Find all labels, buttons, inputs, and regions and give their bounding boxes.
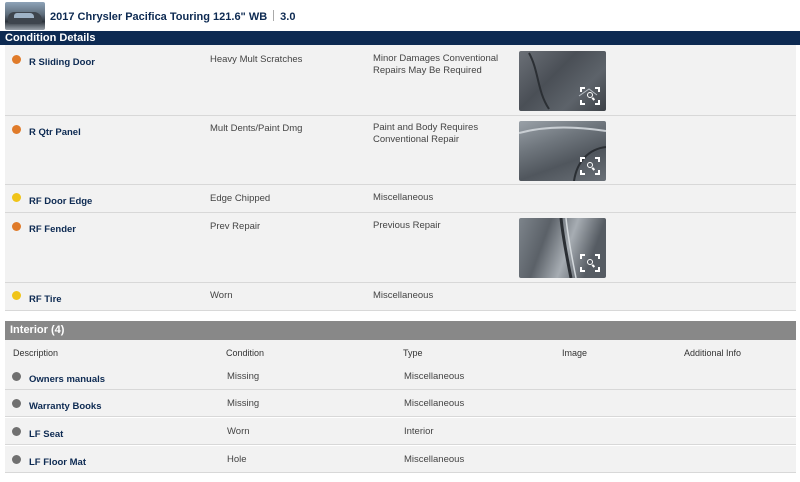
damage-description[interactable]: R Qtr Panel <box>29 127 81 138</box>
vehicle-name: 2017 Chrysler Pacifica Touring 121.6" WB <box>50 11 268 23</box>
damage-photo[interactable] <box>519 218 606 278</box>
zoom-icon[interactable] <box>580 254 600 272</box>
interior-column-headers: Description Condition Type Image Additio… <box>5 340 796 363</box>
column-header-type: Type <box>403 348 423 358</box>
item-description[interactable]: LF Floor Mat <box>29 457 86 468</box>
severity-dot-yellow <box>12 291 21 300</box>
condition-row: RF Fender Prev Repair Previous Repair <box>5 213 796 283</box>
condition-row: RF Tire Worn Miscellaneous <box>5 283 796 311</box>
item-condition: Missing <box>227 371 260 382</box>
damage-type: Miscellaneous <box>373 290 434 301</box>
item-description[interactable]: Owners manuals <box>29 374 105 385</box>
item-type: Interior <box>404 426 434 437</box>
condition-row: R Qtr Panel Mult Dents/Paint Dmg Paint a… <box>5 116 796 185</box>
severity-dot-gray <box>12 455 21 464</box>
damage-description[interactable]: R Sliding Door <box>29 57 95 68</box>
column-header-condition: Condition <box>226 348 265 358</box>
damage-photo[interactable] <box>519 121 606 181</box>
item-description[interactable]: LF Seat <box>29 429 63 440</box>
vehicle-title: 2017 Chrysler Pacifica Touring 121.6" WB… <box>50 10 295 23</box>
interior-row: Owners manuals Missing Miscellaneous <box>5 363 796 390</box>
interior-row: LF Floor Mat Hole Miscellaneous <box>5 446 796 473</box>
severity-dot-gray <box>12 427 21 436</box>
damage-type: Paint and Body Requires Conventional Rep… <box>373 122 479 145</box>
damage-description[interactable]: RF Door Edge <box>29 196 92 207</box>
severity-dot-gray <box>12 372 21 381</box>
damage-type: Previous Repair <box>373 220 441 231</box>
damage-condition: Mult Dents/Paint Dmg <box>210 123 303 134</box>
item-condition: Worn <box>227 426 250 437</box>
condition-row: RF Door Edge Edge Chipped Miscellaneous <box>5 185 796 213</box>
damage-condition: Worn <box>210 290 233 301</box>
item-description[interactable]: Warranty Books <box>29 401 102 412</box>
interior-row: LF Seat Worn Interior <box>5 418 796 445</box>
damage-condition: Prev Repair <box>210 221 261 232</box>
severity-dot-gray <box>12 399 21 408</box>
item-type: Miscellaneous <box>404 454 465 465</box>
damage-photo[interactable] <box>519 51 606 111</box>
damage-type: Minor Damages Conventional Repairs May B… <box>373 53 499 76</box>
item-condition: Hole <box>227 454 247 465</box>
item-type: Miscellaneous <box>404 371 465 382</box>
item-type: Miscellaneous <box>404 398 465 409</box>
damage-description[interactable]: RF Tire <box>29 294 62 305</box>
damage-condition: Heavy Mult Scratches <box>210 54 303 65</box>
column-header-additional-info: Additional Info <box>684 348 742 358</box>
interior-section-header[interactable]: Interior (4) <box>5 321 796 340</box>
damage-condition: Edge Chipped <box>210 193 271 204</box>
vehicle-grade: 3.0 <box>280 11 296 23</box>
severity-dot-orange <box>12 125 21 134</box>
interior-row: Warranty Books Missing Miscellaneous <box>5 390 796 417</box>
damage-description[interactable]: RF Fender <box>29 224 76 235</box>
vehicle-thumbnail[interactable] <box>5 2 45 30</box>
severity-dot-orange <box>12 222 21 231</box>
damage-type: Miscellaneous <box>373 192 434 203</box>
severity-dot-orange <box>12 55 21 64</box>
zoom-icon[interactable] <box>580 157 600 175</box>
condition-details-header: Condition Details <box>0 31 800 45</box>
column-header-image: Image <box>562 348 588 358</box>
column-header-description: Description <box>13 348 59 358</box>
severity-dot-yellow <box>12 193 21 202</box>
zoom-icon[interactable] <box>580 87 600 105</box>
condition-row: R Sliding Door Heavy Mult Scratches Mino… <box>5 45 796 116</box>
item-condition: Missing <box>227 398 260 409</box>
vehicle-header: 2017 Chrysler Pacifica Touring 121.6" WB… <box>0 0 800 32</box>
